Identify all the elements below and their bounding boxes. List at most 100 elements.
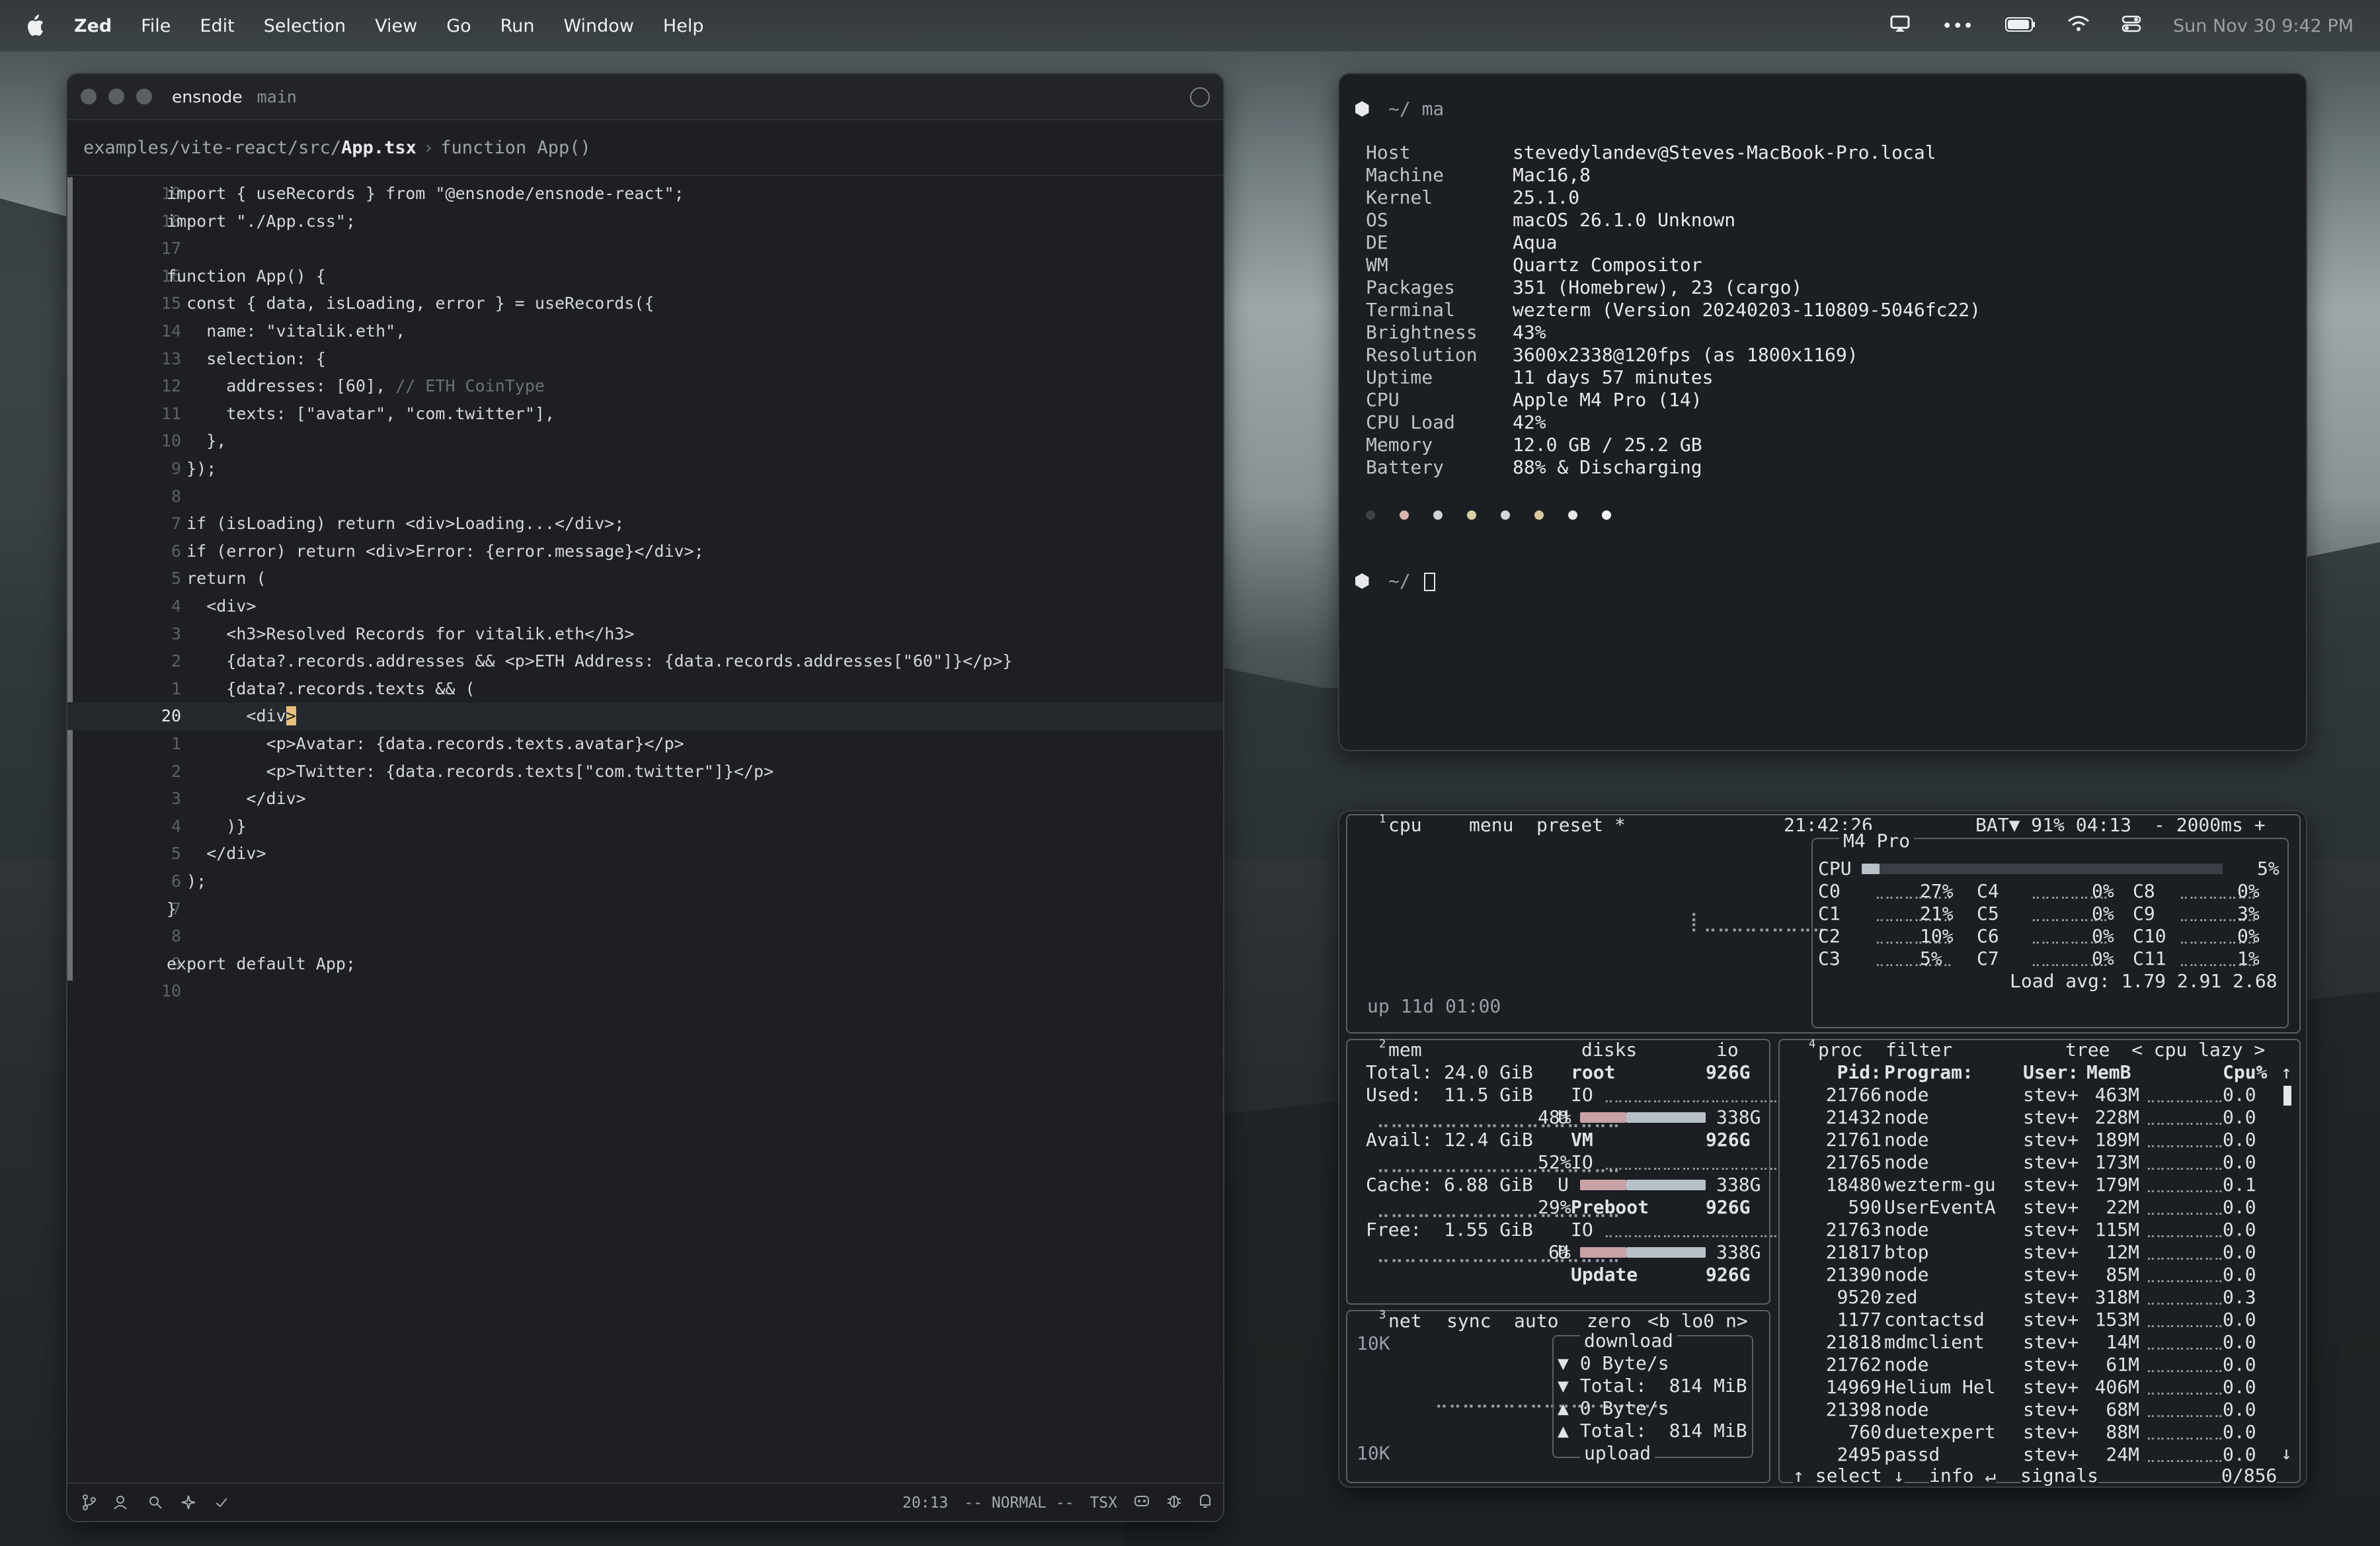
code-line[interactable]: export default App; bbox=[167, 950, 356, 978]
battery-icon[interactable] bbox=[2005, 16, 2036, 36]
code-line[interactable]: )} bbox=[167, 813, 246, 840]
proc-signals-hint[interactable]: signals bbox=[2020, 1465, 2099, 1486]
code-line[interactable]: } bbox=[167, 895, 177, 923]
minimize-window-button[interactable] bbox=[108, 89, 124, 104]
net-panel-title[interactable]: net bbox=[1388, 1310, 1422, 1332]
proc-col-header[interactable]: Cpu% bbox=[2223, 1061, 2267, 1084]
ai-assistant-icon[interactable] bbox=[177, 1491, 200, 1514]
code-line[interactable]: selection: { bbox=[167, 345, 326, 373]
proc-select-hint[interactable]: ↑ select ↓ bbox=[1793, 1465, 1905, 1486]
code-line[interactable]: </div> bbox=[167, 785, 305, 813]
disk-io-graph: ⣀⣀⣀⣀⣀⣀⣀⣀⣀⣀⣀⣀⣀⣀⣀⣀⣀⣀ bbox=[1604, 1155, 1778, 1170]
io-toggle[interactable]: io bbox=[1716, 1039, 1739, 1061]
proc-sort-selector[interactable]: < cpu lazy > bbox=[2131, 1039, 2265, 1061]
core-percent: 5% bbox=[1920, 948, 1942, 969]
code-line[interactable]: <p>Twitter: {data.records.texts["com.twi… bbox=[167, 758, 774, 786]
code-line[interactable]: <p>Avatar: {data.records.texts.avatar}</… bbox=[167, 730, 684, 758]
code-line[interactable]: {data?.records.texts && ( bbox=[167, 675, 475, 703]
project-name[interactable]: ensnode bbox=[172, 87, 243, 106]
net-auto-button[interactable]: auto bbox=[1514, 1310, 1558, 1332]
collaborators-icon[interactable] bbox=[111, 1491, 134, 1514]
disk-name[interactable]: Preboot bbox=[1571, 1196, 1649, 1219]
net-sync-button[interactable]: sync bbox=[1447, 1310, 1491, 1332]
control-center-icon[interactable] bbox=[2122, 15, 2141, 37]
code-line[interactable]: const { data, isLoading, error } = useRe… bbox=[167, 290, 654, 317]
code-line[interactable]: {data?.records.addresses && <p>ETH Addre… bbox=[167, 647, 1012, 675]
menu-run[interactable]: Run bbox=[500, 16, 535, 36]
proc-col-header[interactable]: Pid: bbox=[1815, 1061, 1882, 1084]
proc-mem: 173M bbox=[2094, 1151, 2139, 1173]
proc-col-header[interactable]: MemB bbox=[2086, 1061, 2131, 1084]
net-zero-button[interactable]: zero bbox=[1587, 1310, 1631, 1332]
disk-name[interactable]: VM bbox=[1571, 1129, 1593, 1151]
core-label: C8 bbox=[2133, 880, 2155, 902]
language-selector[interactable]: TSX bbox=[1090, 1494, 1117, 1512]
code-line[interactable]: ); bbox=[167, 868, 206, 895]
proc-scrollbar[interactable] bbox=[2283, 1086, 2291, 1106]
menu-window[interactable]: Window bbox=[563, 16, 633, 36]
menu-view[interactable]: View bbox=[375, 16, 417, 36]
menu-selection[interactable]: Selection bbox=[264, 16, 346, 36]
code-line[interactable]: }, bbox=[167, 427, 226, 455]
branch-name[interactable]: main bbox=[257, 87, 297, 106]
screen-mirror-icon[interactable] bbox=[1890, 15, 1910, 37]
menu-help[interactable]: Help bbox=[663, 16, 704, 36]
code-line[interactable]: }); bbox=[167, 455, 216, 483]
shell-prompt-current[interactable]: ~/ bbox=[1388, 570, 1411, 592]
code-line[interactable]: <div> bbox=[167, 702, 296, 730]
apple-icon[interactable] bbox=[25, 15, 45, 37]
debug-icon[interactable] bbox=[1166, 1493, 1182, 1513]
disks-title[interactable]: disks bbox=[1581, 1039, 1637, 1061]
proc-filter-button[interactable]: filter bbox=[1885, 1039, 1952, 1061]
code-line[interactable]: if (error) return <div>Error: {error.mes… bbox=[167, 538, 704, 565]
net-interface-selector[interactable]: <b lo0 n> bbox=[1647, 1310, 1748, 1332]
menu-edit[interactable]: Edit bbox=[200, 16, 234, 36]
proc-panel-title[interactable]: proc bbox=[1818, 1039, 1862, 1061]
net-scale-top: 10K bbox=[1357, 1332, 1390, 1354]
cursor-position[interactable]: 20:13 bbox=[902, 1494, 948, 1512]
notifications-icon[interactable] bbox=[1198, 1493, 1212, 1513]
code-line[interactable]: return ( bbox=[167, 565, 266, 592]
menu-file[interactable]: File bbox=[141, 16, 171, 36]
proc-sort-arrow[interactable]: ↑ bbox=[2281, 1061, 2292, 1084]
wifi-icon[interactable] bbox=[2067, 15, 2090, 37]
git-branch-icon[interactable] bbox=[78, 1491, 100, 1514]
code-line[interactable]: name: "vitalik.eth", bbox=[167, 317, 405, 345]
core-label: C0 bbox=[1818, 880, 1841, 902]
code-editor[interactable]: 19 import { useRecords } from "@ensnode/e… bbox=[67, 177, 1223, 1401]
menu-go[interactable]: Go bbox=[446, 16, 471, 36]
code-line[interactable]: </div> bbox=[167, 840, 266, 868]
update-rate[interactable]: - 2000ms + bbox=[2154, 814, 2266, 836]
breadcrumb-path: examples/vite-react/src/ bbox=[83, 137, 342, 158]
code-line[interactable]: addresses: [60], // ETH CoinType bbox=[167, 372, 545, 400]
code-line[interactable]: <div> bbox=[167, 592, 256, 620]
proc-tree-button[interactable]: tree bbox=[2065, 1039, 2110, 1061]
disk-name[interactable]: root bbox=[1571, 1061, 1615, 1084]
search-icon[interactable] bbox=[144, 1491, 167, 1514]
code-line[interactable]: function App() { bbox=[167, 263, 326, 290]
copilot-icon[interactable] bbox=[1133, 1493, 1150, 1513]
code-line[interactable]: if (isLoading) return <div>Loading...</d… bbox=[167, 510, 624, 538]
breadcrumb[interactable]: examples/vite-react/src/App.tsx › function… bbox=[67, 120, 1223, 176]
diagnostics-check-icon[interactable] bbox=[210, 1491, 233, 1514]
close-window-button[interactable] bbox=[81, 89, 97, 104]
collab-icon[interactable] bbox=[1190, 87, 1210, 107]
proc-col-header[interactable]: User: bbox=[2023, 1061, 2079, 1084]
cpu-panel-title[interactable]: cpu bbox=[1388, 814, 1422, 836]
clock[interactable]: Sun Nov 30 9:42 PM bbox=[2173, 16, 2354, 36]
menu-app-name[interactable]: Zed bbox=[74, 16, 112, 36]
code-line[interactable]: texts: ["avatar", "com.twitter"], bbox=[167, 400, 555, 428]
code-line[interactable]: <h3>Resolved Records for vitalik.eth</h3… bbox=[167, 620, 634, 648]
cpu-preset-button[interactable]: preset * bbox=[1536, 814, 1626, 836]
cpu-menu-button[interactable]: menu bbox=[1469, 814, 1513, 836]
more-icon[interactable]: ••• bbox=[1942, 16, 1973, 36]
zoom-window-button[interactable] bbox=[136, 89, 152, 104]
proc-info-hint[interactable]: info ↵ bbox=[1929, 1465, 1997, 1486]
mem-panel-title[interactable]: mem bbox=[1388, 1039, 1422, 1061]
proc-scroll-down[interactable]: ↓ bbox=[2281, 1442, 2292, 1465]
color-swatch bbox=[1467, 510, 1476, 520]
disk-name[interactable]: Update bbox=[1571, 1264, 1638, 1286]
code-line[interactable]: import { useRecords } from "@ensnode/ens… bbox=[167, 180, 684, 208]
proc-col-header[interactable]: Program: bbox=[1884, 1061, 1973, 1084]
code-line[interactable]: import "./App.css"; bbox=[167, 208, 356, 235]
